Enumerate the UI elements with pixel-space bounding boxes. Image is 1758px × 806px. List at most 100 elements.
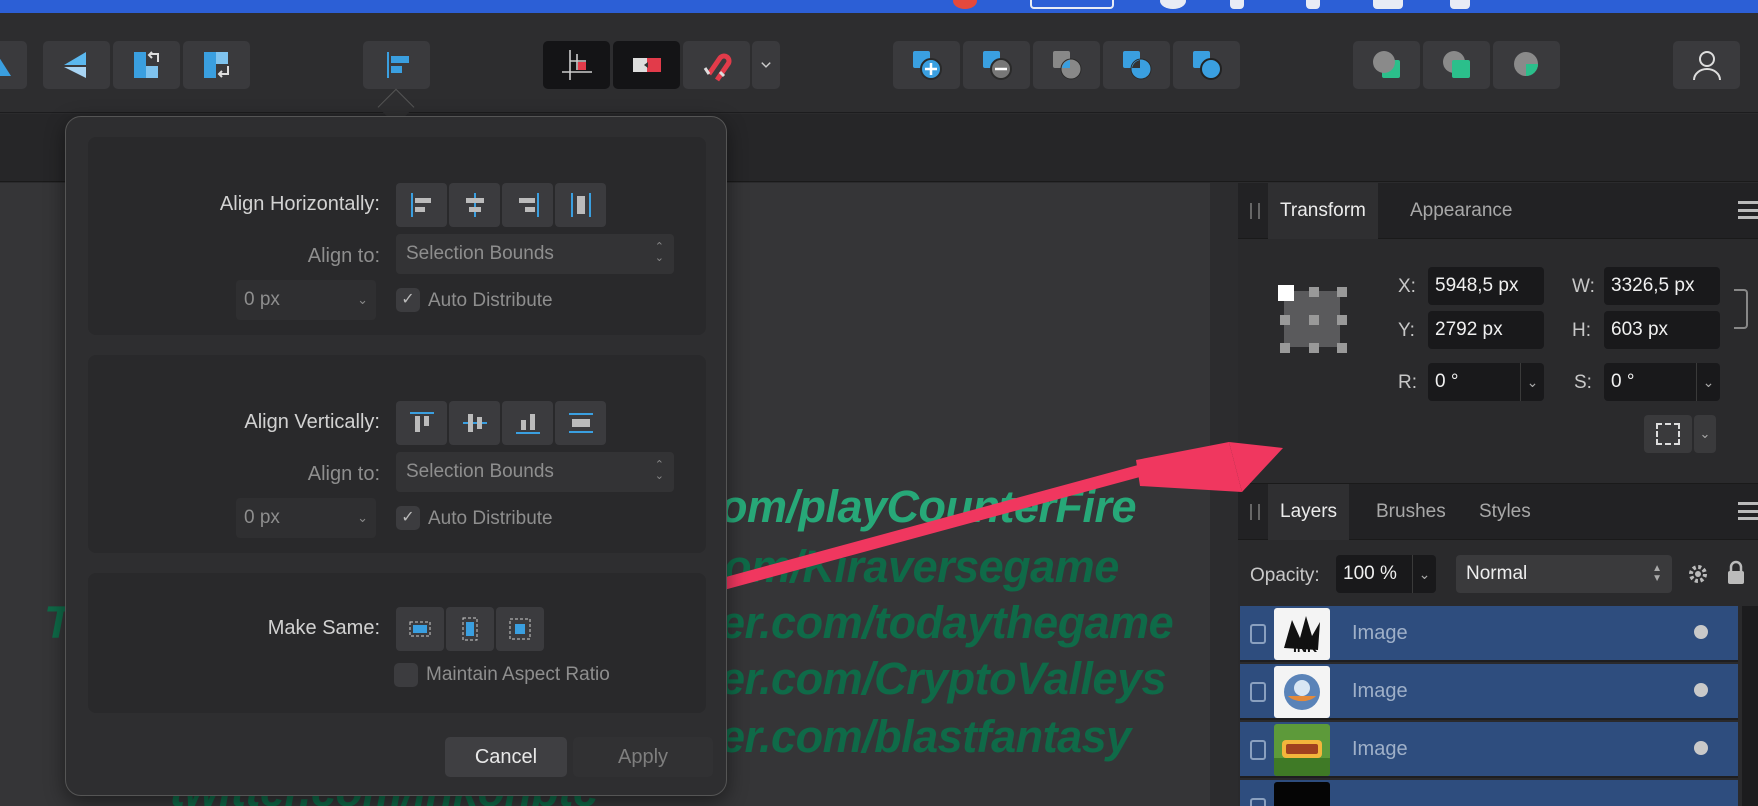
x-field[interactable]: 5948,5 px xyxy=(1428,267,1544,305)
spacing-value: 0 px xyxy=(244,507,280,528)
tab-layers[interactable]: Layers xyxy=(1268,484,1350,540)
panel-grip-icon[interactable] xyxy=(1250,203,1260,219)
insert-top-button[interactable] xyxy=(1423,41,1490,89)
align-vertical-label: Align Vertically: xyxy=(244,411,380,433)
updown-icon: ▲ ▼ xyxy=(1652,563,1662,584)
layer-type-icon xyxy=(1250,624,1266,644)
anchor-selected[interactable] xyxy=(1278,285,1294,301)
status-battery-icon[interactable] xyxy=(1030,0,1114,9)
chevron-down-icon: ⌄ xyxy=(357,292,368,307)
align-vertical-to-select[interactable]: Selection Bounds ⌃ ⌄ xyxy=(396,452,674,492)
gear-icon[interactable] xyxy=(1686,562,1710,586)
align-bottom-button[interactable] xyxy=(502,401,553,445)
rotate-right-button[interactable] xyxy=(183,41,250,89)
intersect-shape-button[interactable] xyxy=(1033,41,1100,89)
xor-shape-button[interactable] xyxy=(1103,41,1170,89)
divide-shape-button[interactable] xyxy=(1173,41,1240,89)
add-shape-button[interactable] xyxy=(893,41,960,89)
align-button[interactable] xyxy=(363,41,430,89)
snap-toggle-button[interactable] xyxy=(613,41,680,89)
status-display-icon[interactable] xyxy=(1373,0,1403,9)
status-wifi-icon[interactable] xyxy=(1230,0,1244,9)
rotation-field[interactable]: 0 ° xyxy=(1428,363,1520,401)
cancel-button[interactable]: Cancel xyxy=(445,737,567,777)
layer-visibility-icon[interactable] xyxy=(1694,625,1708,639)
same-height-button[interactable] xyxy=(446,607,494,651)
snapping-magnet-button[interactable] xyxy=(683,41,750,89)
status-clock-icon[interactable] xyxy=(1450,0,1470,9)
vertical-spacing-field[interactable]: 0 px ⌄ xyxy=(236,498,376,538)
flip-horizontal-button[interactable] xyxy=(0,41,27,89)
align-right-button[interactable] xyxy=(502,183,553,227)
auto-distribute-horizontal-checkbox[interactable]: ✓ xyxy=(396,288,420,312)
shear-field[interactable]: 0 ° xyxy=(1604,363,1696,401)
align-left-button[interactable] xyxy=(396,183,447,227)
status-bluetooth-icon[interactable] xyxy=(1306,0,1320,9)
divide-shape-icon xyxy=(1192,51,1222,80)
align-middle-button[interactable] xyxy=(449,401,500,445)
panel-menu-icon[interactable] xyxy=(1738,201,1758,219)
crypto-valleys-logo-thumbnail xyxy=(1274,740,1330,776)
transform-panel-tabs: Transform Appearance xyxy=(1238,183,1758,239)
align-bottom-icon xyxy=(515,414,540,434)
align-horizontal-to-select[interactable]: Selection Bounds ⌃ ⌄ xyxy=(396,234,674,274)
anchor-point-selector[interactable] xyxy=(1278,285,1348,355)
transform-origin-button[interactable] xyxy=(1644,415,1692,453)
opacity-dropdown-icon[interactable]: ⌄ xyxy=(1412,555,1436,593)
snapping-dropdown-button[interactable] xyxy=(752,41,780,89)
layer-row[interactable]: Image xyxy=(1240,722,1738,778)
space-vertically-button[interactable] xyxy=(555,401,606,445)
transform-panel: Transform Appearance X: 5948,5 px W: 332… xyxy=(1238,183,1758,483)
canvas-text-line: er.com/CryptoValleys xyxy=(720,653,1167,704)
snap-grid-button[interactable] xyxy=(543,41,610,89)
rotation-dropdown-icon[interactable]: ⌄ xyxy=(1520,363,1544,401)
transform-origin-dropdown-icon[interactable]: ⌄ xyxy=(1694,415,1716,453)
layer-row[interactable] xyxy=(1240,780,1738,806)
align-top-button[interactable] xyxy=(396,401,447,445)
lock-aspect-link-icon[interactable] xyxy=(1734,289,1748,329)
y-label: Y: xyxy=(1398,320,1415,341)
flip-vertical-button[interactable] xyxy=(43,41,110,89)
subtract-shape-button[interactable] xyxy=(963,41,1030,89)
maintain-aspect-ratio-checkbox[interactable] xyxy=(394,663,418,687)
status-app-icon[interactable] xyxy=(953,0,977,9)
blend-mode-select[interactable]: Normal ▲ ▼ xyxy=(1456,555,1672,593)
space-horizontally-button[interactable] xyxy=(555,183,606,227)
opacity-field[interactable]: 100 % xyxy=(1336,555,1412,593)
layer-visibility-icon[interactable] xyxy=(1694,683,1708,697)
subtract-shape-icon xyxy=(982,51,1012,80)
tab-appearance[interactable]: Appearance xyxy=(1398,183,1524,239)
layer-visibility-icon[interactable] xyxy=(1694,741,1708,755)
canvas-scrollbar[interactable] xyxy=(1210,183,1238,806)
horizontal-spacing-field[interactable]: 0 px ⌄ xyxy=(236,280,376,320)
w-field[interactable]: 3326,5 px xyxy=(1604,267,1720,305)
panel-grip-icon[interactable] xyxy=(1250,504,1260,520)
tab-styles[interactable]: Styles xyxy=(1467,484,1543,540)
layer-thumbnail: INK xyxy=(1274,608,1330,660)
layer-row[interactable]: Image xyxy=(1240,664,1738,720)
align-popover: Align Horizontally: Align to: Selection … xyxy=(65,116,727,796)
insert-inside-button[interactable] xyxy=(1493,41,1560,89)
same-width-button[interactable] xyxy=(396,607,444,651)
layers-scrollbar[interactable] xyxy=(1742,606,1758,806)
account-button[interactable] xyxy=(1673,41,1740,89)
layer-row[interactable]: INK Image xyxy=(1240,606,1738,662)
insert-behind-button[interactable] xyxy=(1353,41,1420,89)
status-control-icon[interactable] xyxy=(1160,0,1186,9)
rotate-left-button[interactable] xyxy=(113,41,180,89)
layer-name: Image xyxy=(1352,680,1408,702)
lock-icon[interactable] xyxy=(1726,560,1746,586)
tab-brushes[interactable]: Brushes xyxy=(1364,484,1458,540)
align-left-icon xyxy=(410,193,431,217)
shear-dropdown-icon[interactable]: ⌄ xyxy=(1696,363,1720,401)
auto-distribute-label: Auto Distribute xyxy=(428,508,553,529)
apply-button[interactable]: Apply xyxy=(573,737,713,777)
auto-distribute-vertical-checkbox[interactable]: ✓ xyxy=(396,506,420,530)
align-center-button[interactable] xyxy=(449,183,500,227)
same-size-button[interactable] xyxy=(496,607,544,651)
align-vertical-buttons xyxy=(396,401,606,445)
tab-transform[interactable]: Transform xyxy=(1268,183,1378,239)
y-field[interactable]: 2792 px xyxy=(1428,311,1544,349)
panel-menu-icon[interactable] xyxy=(1738,502,1758,520)
h-field[interactable]: 603 px xyxy=(1604,311,1720,349)
